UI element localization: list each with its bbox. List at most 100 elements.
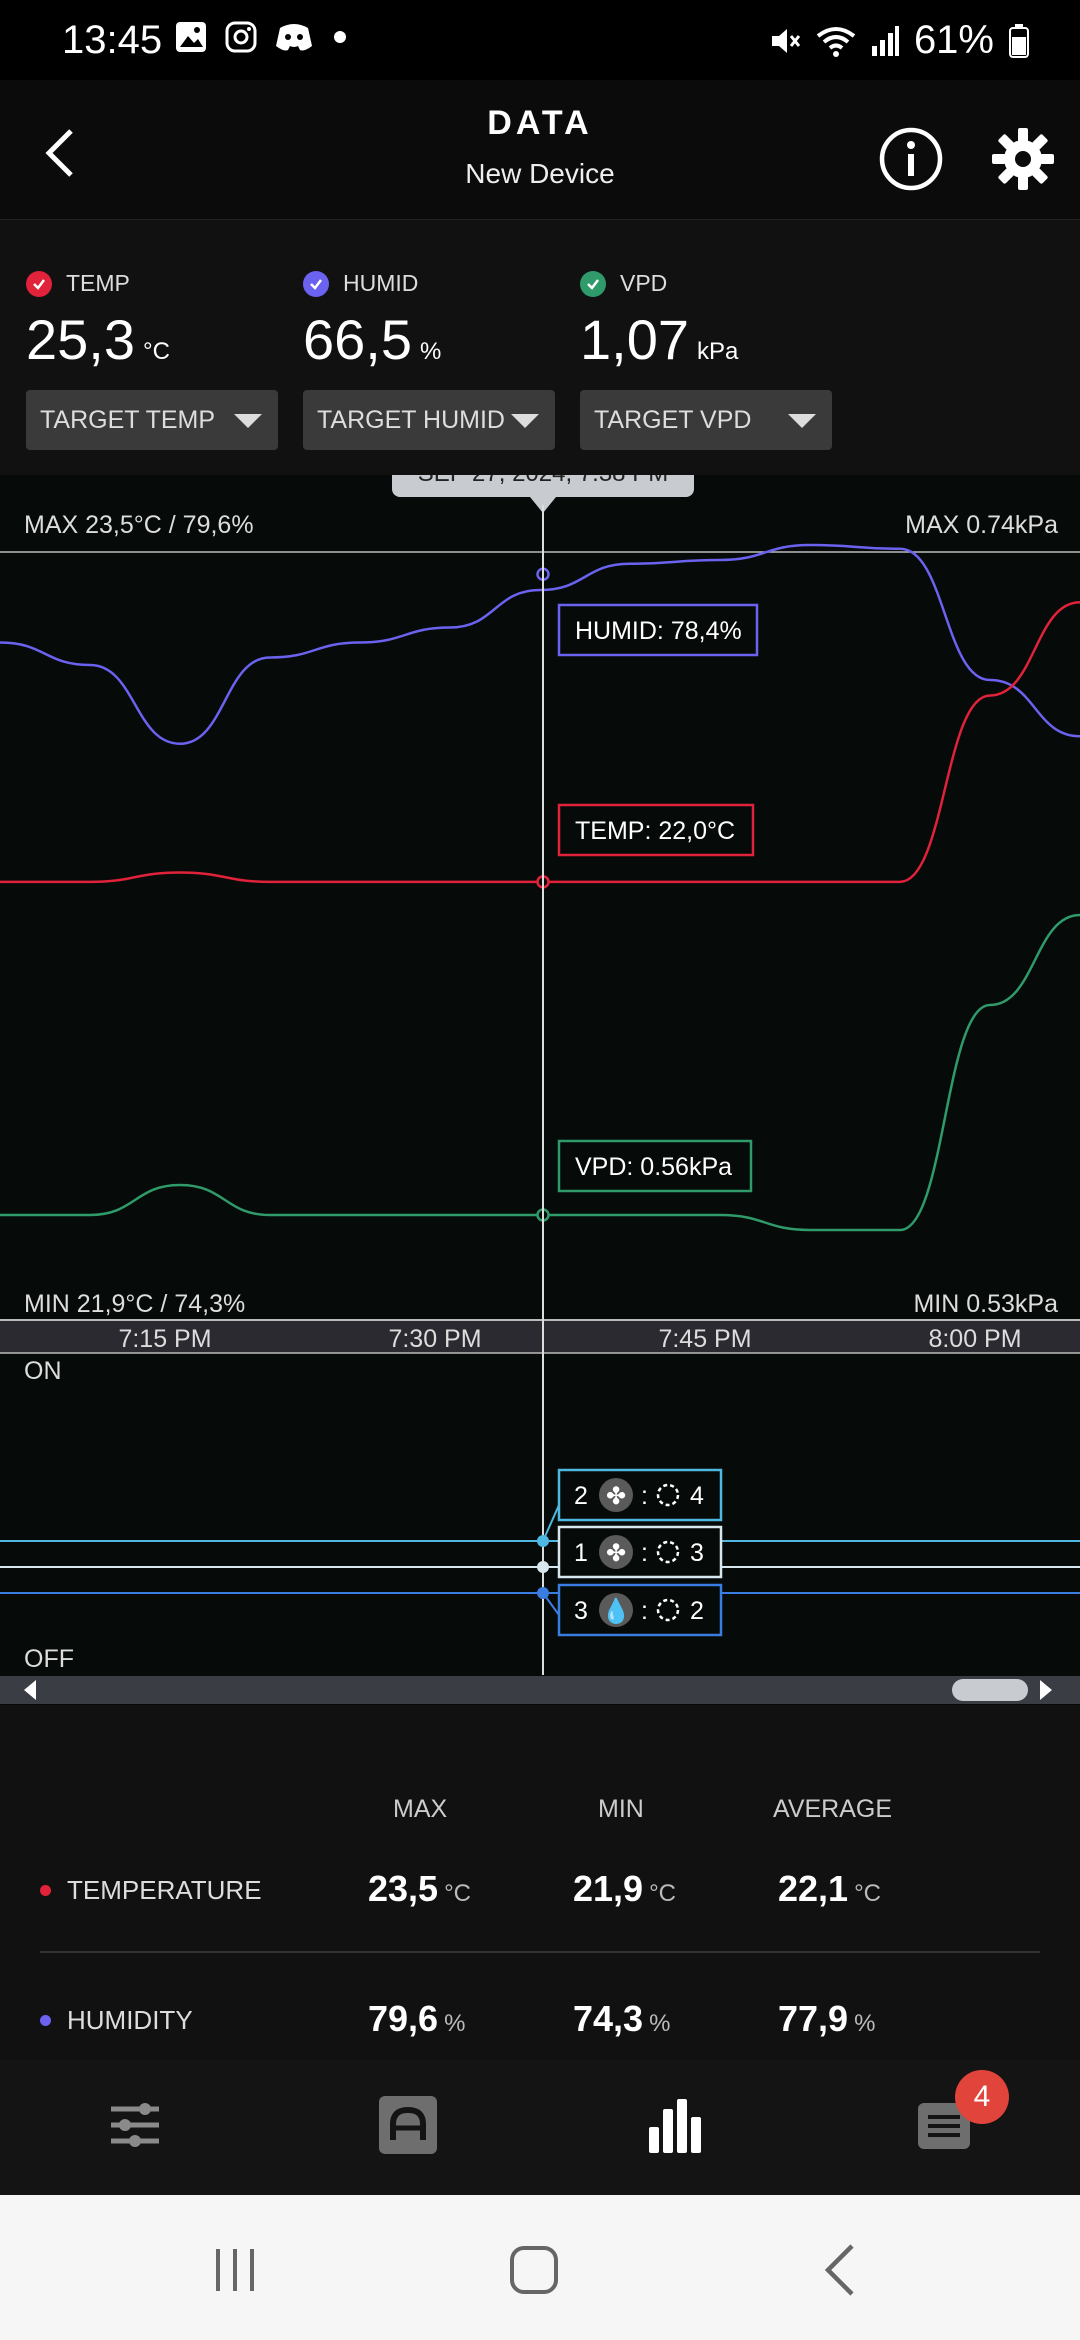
info-icon: [879, 127, 943, 191]
x-tick-label: 8:00 PM: [928, 1325, 1021, 1353]
check-icon: [580, 270, 606, 297]
header-average: AVERAGE: [773, 1795, 893, 1823]
max-left-label: MAX 23,5°C / 79,6%: [24, 511, 254, 539]
humid-reading: HUMID 66,5%: [303, 270, 563, 372]
cursor-date-text: SEP 27, 2024, 7:38 PM: [418, 475, 668, 487]
humid-min-value: 74,3: [573, 1998, 644, 2039]
gear-icon: [992, 128, 1054, 190]
series-line-vpd: [0, 913, 1080, 1232]
temp-reading: TEMP 25,3 °C: [26, 270, 286, 372]
temp-min-unit: °C: [649, 1880, 677, 1907]
nav-controls[interactable]: [95, 2090, 175, 2160]
on-label: ON: [24, 1357, 62, 1385]
notification-icons: [174, 20, 350, 54]
humid-value: 66,5: [303, 308, 412, 371]
nav-data[interactable]: [635, 2090, 715, 2160]
stats-table: MAX MIN AVERAGE TEMPERATURE 23,5 °C 21,9 °…: [0, 1705, 1080, 2060]
info-button[interactable]: [878, 126, 944, 192]
row-divider: [40, 1951, 1040, 1953]
output-level: 3: [690, 1539, 704, 1567]
output-separator: :: [641, 1482, 648, 1510]
app-header: DATA New Device: [0, 80, 1080, 220]
recents-icon: [216, 2249, 254, 2291]
fan-icon-glyph: ✤: [606, 1539, 626, 1567]
series-line-temp: [0, 601, 1080, 884]
output-separator: :: [641, 1597, 648, 1625]
temp-label: TEMP: [66, 270, 130, 296]
gallery-icon: [176, 22, 206, 52]
vpd-label: VPD: [620, 270, 668, 296]
temp-value: 25,3: [26, 308, 135, 371]
x-tick-label: 7:45 PM: [658, 1325, 751, 1353]
humid-avg: 77,9%: [778, 1998, 875, 2040]
humid-avg-value: 77,9: [778, 1998, 849, 2039]
output-connector: [542, 1592, 560, 1616]
series-layer: [0, 543, 1080, 1232]
off-label: OFF: [24, 1645, 74, 1673]
fan-icon-glyph: ✤: [606, 1482, 626, 1510]
target-vpd-dropdown[interactable]: TARGET VPD: [580, 390, 832, 450]
scroll-thumb[interactable]: [952, 1679, 1028, 1701]
output-tooltip-port-2: 2 ✤: 4: [557, 1468, 723, 1522]
target-temp-dropdown[interactable]: TARGET TEMP: [26, 390, 278, 450]
status-bar: 13:45 61%: [0, 0, 1080, 80]
target-temp-label: TARGET TEMP: [40, 406, 216, 434]
instagram-icon: [225, 21, 257, 53]
temperature-dot: [40, 1885, 51, 1896]
temp-unit: °C: [143, 338, 170, 365]
data-icon: [649, 2099, 701, 2153]
temp-tooltip: TEMP: 22,0°C: [557, 803, 755, 857]
settings-button[interactable]: [990, 126, 1056, 192]
temp-avg-value: 22,1: [778, 1868, 849, 1909]
humid-min-unit: %: [649, 2010, 671, 2037]
chart-area[interactable]: SEP 27, 2024, 7:38 PM 7:15 PM 7:30 PM 7:45…: [0, 445, 1080, 1705]
history-chart[interactable]: SEP 27, 2024, 7:38 PM 7:15 PM 7:30 PM 7:45…: [0, 445, 1080, 1705]
header-max: MAX: [393, 1795, 448, 1823]
back-icon: [824, 2244, 854, 2296]
temp-max-unit: °C: [444, 1880, 472, 1907]
target-humid-dropdown[interactable]: TARGET HUMID: [303, 390, 555, 450]
stat-label-temperature: TEMPERATURE: [40, 1875, 262, 1906]
check-icon: [26, 270, 52, 297]
humid-max-unit: %: [444, 2010, 466, 2037]
vpd-unit: kPa: [697, 338, 739, 365]
battery-percent: 61%: [913, 18, 994, 62]
temp-min-value: 21,9: [573, 1868, 644, 1909]
recent-apps-button[interactable]: [195, 2235, 275, 2305]
output-port-number: 2: [574, 1482, 588, 1510]
humid-label: HUMID: [343, 270, 419, 296]
automation-icon: [379, 2096, 437, 2154]
output-level: 4: [690, 1482, 704, 1510]
temp-max-value: 23,5: [368, 1868, 439, 1909]
vpd-reading: VPD 1,07 kPa: [580, 270, 840, 372]
min-left-label: MIN 21,9°C / 74,3%: [24, 1290, 246, 1318]
humid-tooltip: HUMID: 78,4%: [557, 603, 759, 657]
status-time: 13:45: [62, 18, 163, 62]
vpd-tooltip: VPD: 0.56kPa: [557, 1139, 753, 1193]
temperature-label: TEMPERATURE: [67, 1875, 262, 1905]
output-separator: :: [641, 1539, 648, 1567]
x-tick-label: 7:15 PM: [118, 1325, 211, 1353]
current-readings: TEMP 25,3 °C TARGET TEMP HUMID 66,5% TARG…: [0, 220, 1080, 475]
temp-avg-unit: °C: [854, 1880, 882, 1907]
vpd-value: 1,07: [580, 308, 689, 371]
output-marker-1: [537, 1561, 549, 1573]
controls-icon: [111, 2103, 159, 2147]
bottom-navigation: [0, 2060, 1080, 2195]
dropdown-arrow-icon: [788, 414, 816, 428]
chart-scrollbar[interactable]: [0, 1676, 1080, 1704]
nav-automation[interactable]: [368, 2090, 448, 2160]
min-right-label: MIN 0.53kPa: [913, 1290, 1058, 1318]
output-port-number: 3: [574, 1597, 588, 1625]
humid-max: 79,6%: [368, 1998, 465, 2040]
system-back-button[interactable]: [800, 2235, 880, 2305]
humidity-dot: [40, 2015, 51, 2026]
x-tick-label: 7:30 PM: [388, 1325, 481, 1353]
humid-min: 74,3%: [573, 1998, 670, 2040]
discord-icon: [276, 24, 312, 51]
dropdown-arrow-icon: [511, 414, 539, 428]
mute-icon: [771, 28, 801, 53]
output-connector: [542, 1504, 560, 1542]
home-button[interactable]: [494, 2235, 574, 2305]
dot-icon: [334, 31, 346, 43]
